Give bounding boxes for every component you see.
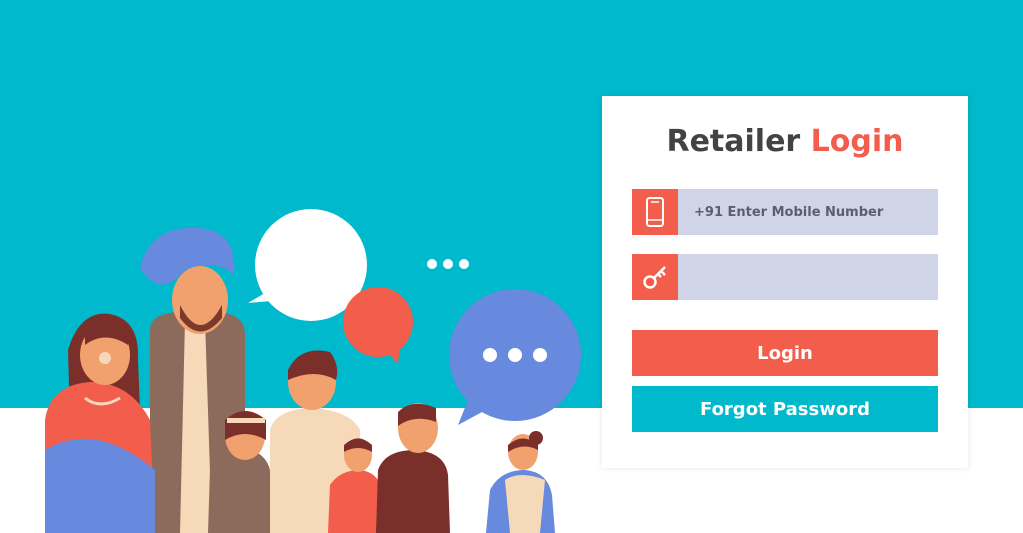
person-woman-blue <box>486 431 555 533</box>
login-card-title: Retailer Login <box>602 127 968 157</box>
password-input[interactable] <box>678 254 938 300</box>
person-man-brown-shirt <box>376 403 450 533</box>
mobile-number-input[interactable] <box>678 189 938 235</box>
login-button[interactable]: Login <box>632 330 938 376</box>
title-main: Retailer <box>666 124 801 159</box>
password-field[interactable] <box>632 254 938 300</box>
forgot-password-button[interactable]: Forgot Password <box>632 386 938 432</box>
community-illustration <box>45 209 581 533</box>
blue-speech-bubble <box>449 289 581 425</box>
mobile-field[interactable] <box>632 189 938 235</box>
ellipsis-dots <box>427 259 469 269</box>
mobile-phone-icon <box>632 189 678 235</box>
key-icon <box>632 254 678 300</box>
person-woman-red-saree <box>45 313 155 533</box>
red-speech-bubble <box>343 287 413 364</box>
title-accent: Login <box>810 124 904 159</box>
